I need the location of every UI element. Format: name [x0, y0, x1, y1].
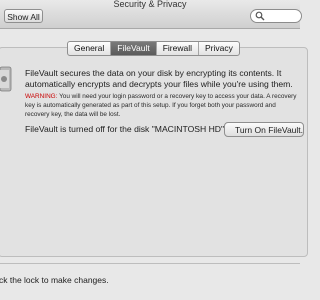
tab-general[interactable]: General: [68, 42, 112, 55]
search-icon: [255, 11, 265, 21]
filevault-status: FileVault is turned off for the disk "MA…: [25, 124, 227, 134]
show-all-button[interactable]: Show All: [4, 9, 43, 23]
warning-text: WARNING: You will need your login passwo…: [25, 92, 300, 119]
warning-label: WARNING:: [25, 93, 58, 100]
tab-privacy[interactable]: Privacy: [199, 42, 239, 55]
filevault-icon: [0, 66, 12, 92]
window-title: Security & Privacy: [113, 0, 187, 9]
footer-divider: [0, 263, 300, 264]
tab-firewall[interactable]: Firewall: [157, 42, 199, 55]
lock-instruction: ck the lock to make changes.: [0, 275, 109, 285]
filevault-description: FileVault secures the data on your disk …: [25, 68, 293, 89]
turn-on-filevault-button[interactable]: Turn On FileVault...: [224, 122, 304, 137]
warning-body: You will need your login password or a r…: [25, 93, 297, 118]
title-bar: Security & Privacy Show All: [0, 0, 302, 29]
tab-filevault[interactable]: FileVault: [111, 42, 157, 55]
tab-bar: General FileVault Firewall Privacy: [67, 41, 240, 56]
search-input[interactable]: [265, 11, 299, 21]
search-box[interactable]: [250, 9, 302, 23]
